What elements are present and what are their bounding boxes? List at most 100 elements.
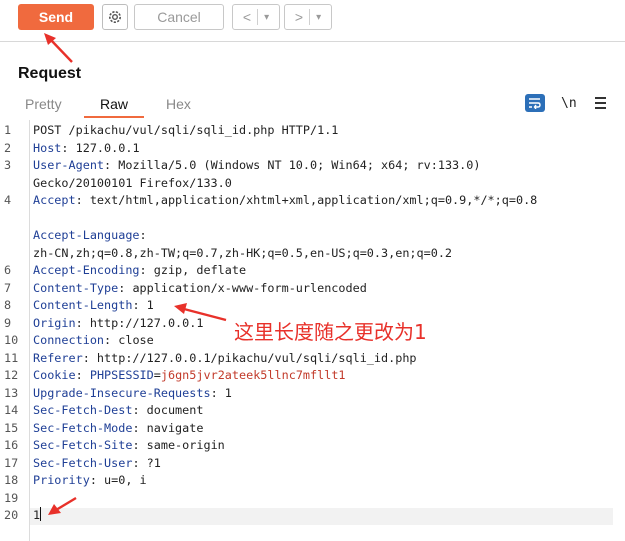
line-number: 10 (4, 333, 19, 347)
header-name: Priority (33, 473, 90, 487)
cancel-button[interactable]: Cancel (134, 4, 224, 30)
header-value: : application/x-www-form-urlencoded (118, 280, 367, 295)
arrow-icon (48, 496, 77, 515)
send-button[interactable]: Send (18, 4, 94, 30)
line-number: 14 (4, 403, 19, 417)
hamburger-menu-icon[interactable] (595, 94, 609, 112)
history-back-button[interactable]: < ▾ (232, 4, 280, 30)
header-value: : 1 (132, 298, 154, 312)
button-divider (257, 9, 259, 25)
header-name: Upgrade-Insecure-Requests (33, 385, 211, 400)
header-name: Accept-Language (33, 228, 140, 242)
line-number: 17 (4, 455, 19, 470)
line-content: Upgrade-Insecure-Requests: 1 (33, 385, 232, 403)
header-value: : 1 (210, 385, 232, 400)
panel-title: Request (18, 65, 82, 82)
line-content: Cookie: PHPSESSID=j6gn5jvr2ateek5llnc7mf… (33, 367, 346, 385)
header-value: : same-origin (132, 438, 225, 452)
arrow-icon (44, 33, 73, 63)
line-content: Accept-Language: (33, 227, 147, 245)
header-name: Origin (33, 315, 76, 330)
line-content: Sec-Fetch-Mode: navigate (33, 420, 203, 438)
header-name: Content-Length (33, 298, 133, 312)
line-content: Connection: close (33, 332, 154, 350)
header-name: Sec-Fetch-Site (33, 438, 133, 452)
header-name: Accept (33, 193, 76, 207)
header-name: Sec-Fetch-Mode (33, 420, 133, 435)
line-content: Content-Type: application/x-www-form-url… (33, 280, 367, 298)
header-value: : navigate (132, 420, 204, 435)
history-forward-button[interactable]: > ▾ (284, 4, 332, 30)
word-wrap-button[interactable] (525, 94, 545, 112)
annotation-note: 这里长度随之更改为1 (234, 320, 427, 344)
line-content: Accept-Encoding: gzip, deflate (33, 262, 246, 280)
chevron-down-icon[interactable]: ▾ (316, 12, 321, 23)
cookie-separator: = (153, 368, 161, 382)
line-number: 16 (4, 438, 19, 452)
line-content: Sec-Fetch-Site: same-origin (33, 437, 225, 455)
view-tabs: Pretty Raw Hex \n (0, 94, 625, 118)
line-content: Referer: http://127.0.0.1/pikachu/vul/sq… (33, 350, 417, 368)
line-number: 8 (4, 298, 12, 312)
cookie-name: PHPSESSID (89, 368, 154, 382)
tab-pretty[interactable]: Pretty (25, 96, 62, 118)
line-number: 7 (4, 280, 12, 295)
line-number: 6 (4, 263, 12, 277)
header-name: Connection (33, 333, 105, 347)
header-name: Sec-Fetch-User (33, 455, 133, 470)
line-content: POST /pikachu/vul/sqli/sqli_id.php HTTP/… (33, 122, 338, 140)
header-value: : Mozilla/5.0 (Windows NT 10.0; Win64; x… (104, 158, 481, 172)
header-name: Host (33, 140, 62, 155)
line-number: 9 (4, 315, 12, 330)
line-content: Accept: text/html,application/xhtml+xml,… (33, 192, 537, 210)
line-content: User-Agent: Mozilla/5.0 (Windows NT 10.0… (33, 157, 480, 175)
header-name: Content-Type (33, 280, 119, 295)
line-number: 13 (4, 385, 19, 400)
header-value: : (139, 228, 147, 242)
chevron-right-icon: > (294, 9, 304, 25)
line-number: 15 (4, 420, 19, 435)
header-name: Referer (33, 350, 83, 365)
line-content: Priority: u=0, i (33, 472, 147, 490)
chevron-down-icon[interactable]: ▾ (264, 12, 269, 23)
chevron-left-icon: < (242, 9, 252, 25)
line-number: 3 (4, 158, 12, 172)
gear-icon (109, 11, 121, 23)
tab-hex[interactable]: Hex (166, 96, 191, 118)
request-toolbar: Send Cancel < ▾ > ▾ (0, 0, 625, 42)
line-number: 2 (4, 140, 12, 155)
line-content: Gecko/20100101 Firefox/133.0 (33, 175, 232, 193)
header-value: : close (104, 333, 154, 347)
tab-raw[interactable]: Raw (84, 96, 144, 118)
current-line-highlight (30, 508, 613, 525)
word-wrap-icon (529, 98, 541, 109)
header-name: User-Agent (33, 158, 105, 172)
line-text: zh-CN,zh;q=0.8,zh-TW;q=0.7,zh-HK;q=0.5,e… (33, 245, 453, 260)
line-text: Gecko/20100101 Firefox/133.0 (33, 175, 232, 190)
header-value: : u=0, i (89, 473, 147, 487)
line-text: POST /pikachu/vul/sqli/sqli_id.php HTTP/… (33, 123, 339, 137)
show-newlines-button[interactable]: \n (561, 96, 577, 111)
line-content: 1 (33, 507, 42, 525)
header-value: : (75, 368, 90, 382)
line-content: Host: 127.0.0.1 (33, 140, 140, 158)
line-number: 20 (4, 508, 19, 522)
line-text: 1 (33, 508, 41, 522)
gutter-divider (29, 120, 30, 541)
line-number: 12 (4, 368, 19, 382)
header-value: : 127.0.0.1 (61, 140, 140, 155)
header-name: Sec-Fetch-Dest (33, 403, 133, 417)
line-content: Sec-Fetch-User: ?1 (33, 455, 161, 473)
header-value: : gzip, deflate (139, 263, 247, 277)
line-content: Sec-Fetch-Dest: document (33, 402, 203, 420)
line-number: 1 (4, 123, 12, 137)
line-number: 19 (4, 490, 19, 505)
line-number: 18 (4, 473, 19, 487)
header-name: Cookie (33, 368, 76, 382)
arrow-icon (174, 303, 227, 322)
text-caret (40, 507, 42, 521)
settings-button[interactable] (102, 4, 128, 30)
line-number: 4 (4, 193, 12, 207)
line-content: Content-Length: 1 (33, 297, 154, 315)
header-value: : http://127.0.0.1/pikachu/vul/sqli/sqli… (82, 350, 417, 365)
